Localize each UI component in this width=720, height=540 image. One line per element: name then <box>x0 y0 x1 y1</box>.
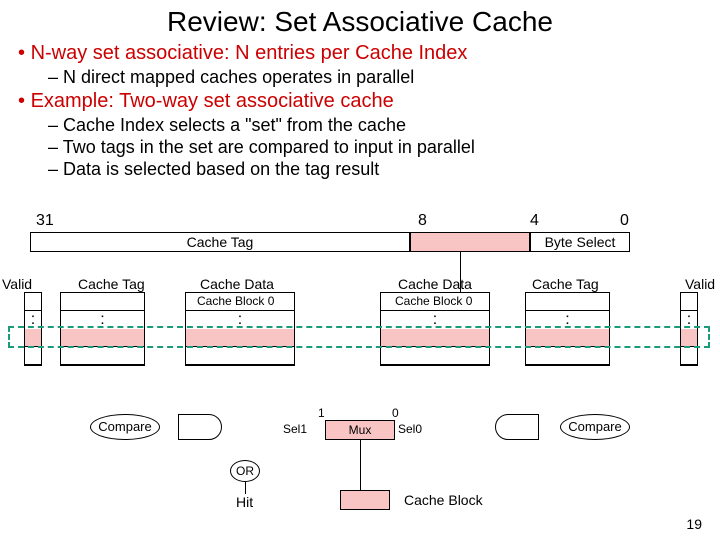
wire-or-out <box>245 482 246 494</box>
hit-label: Hit <box>236 494 253 510</box>
compare-left: Compare <box>90 414 160 440</box>
selected-set-highlight <box>8 326 710 348</box>
page-number: 19 <box>686 516 702 532</box>
valid-label-right: Valid <box>685 276 715 292</box>
addr-index-field <box>410 232 530 252</box>
bit-8: 8 <box>418 212 427 230</box>
and-gate-right <box>495 414 539 440</box>
wire-mux-out <box>360 440 361 490</box>
bit-4: 4 <box>530 212 539 230</box>
wire-index-down <box>460 252 461 292</box>
valid-label-left: Valid <box>2 276 32 292</box>
cache-tag-label-right: Cache Tag <box>532 276 599 292</box>
cache-data-label-left: Cache Data <box>200 276 274 292</box>
mux-input-0: 0 <box>392 406 399 420</box>
address-bar: Cache Tag Byte Select <box>30 232 630 252</box>
slide-title: Review: Set Associative Cache <box>0 0 720 40</box>
or-gate: OR <box>230 460 260 482</box>
sel0-label: Sel0 <box>398 422 422 436</box>
mux: Mux <box>325 420 395 440</box>
bullet-2-2: Two tags in the set are compared to inpu… <box>48 137 702 158</box>
cache-block-label: Cache Block <box>404 492 483 508</box>
sel1-label: Sel1 <box>283 422 307 436</box>
bullet-2-1: Cache Index selects a "set" from the cac… <box>48 115 702 136</box>
bullet-2: Example: Two-way set associative cache <box>18 90 702 113</box>
cache-block-output <box>340 490 390 510</box>
bullet-1-1: N direct mapped caches operates in paral… <box>48 67 702 88</box>
addr-byte-select-field: Byte Select <box>530 232 630 252</box>
bullet-1: N-way set associative: N entries per Cac… <box>18 42 702 65</box>
bullet-list: N-way set associative: N entries per Cac… <box>0 42 720 180</box>
addr-tag-field: Cache Tag <box>30 232 410 252</box>
bit-0: 0 <box>620 212 629 230</box>
bit-31: 31 <box>36 212 54 230</box>
mux-input-1: 1 <box>318 406 325 420</box>
and-gate-left <box>178 414 222 440</box>
cache-tag-label-left: Cache Tag <box>78 276 145 292</box>
compare-right: Compare <box>560 414 630 440</box>
bullet-2-3: Data is selected based on the tag result <box>48 159 702 180</box>
